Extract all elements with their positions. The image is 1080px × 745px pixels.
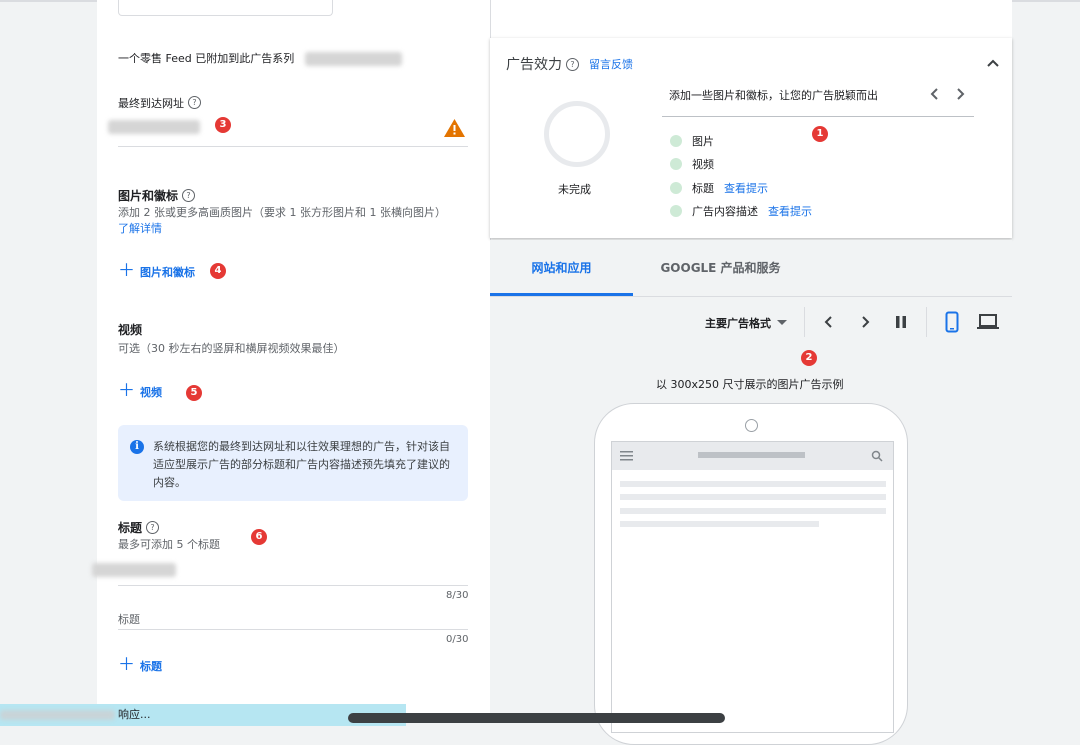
checklist-item-video: 视频 [670, 156, 714, 172]
help-icon[interactable]: ? [146, 521, 160, 534]
checklist-label: 图片 [692, 135, 714, 148]
previous-icon[interactable] [823, 315, 835, 329]
help-icon[interactable]: ? [566, 57, 579, 71]
images-heading: 图片和徽标? [118, 185, 196, 204]
headlines-heading: 标题? [118, 517, 160, 536]
redacted-toast-text [0, 710, 115, 720]
active-tab-indicator [490, 293, 633, 296]
checklist-item-images: 图片 [670, 133, 714, 149]
effectiveness-tip: 添加一些图片和徽标，让您的广告脱颖而出 [669, 89, 878, 102]
search-icon [871, 450, 883, 462]
headline-2-count: 0/30 [446, 634, 469, 645]
format-dropdown-label: 主要广告格式 [705, 317, 771, 330]
status-dot-icon [670, 182, 682, 194]
final-url-label: 最终到达网址 [118, 97, 184, 110]
status-dot-icon [670, 135, 682, 147]
plus-icon: ＋ [118, 261, 135, 281]
tab-websites-apps[interactable]: 网站和应用 [490, 259, 633, 276]
view-tips-link[interactable]: 查看提示 [724, 180, 768, 196]
content-placeholder-line [620, 508, 886, 514]
checklist-label: 视频 [692, 158, 714, 171]
annotation-badge-1: 1 [812, 126, 828, 142]
preview-caption: 以 300x250 尺寸展示的图片广告示例 [656, 378, 844, 391]
chevron-right-icon[interactable] [954, 87, 966, 101]
add-images-label: 图片和徽标 [140, 265, 195, 279]
add-video-label: 视频 [140, 385, 162, 399]
headline-2-underline [118, 629, 468, 630]
effectiveness-status: 未完成 [558, 183, 591, 196]
headline-1-underline [118, 585, 468, 586]
add-video-button[interactable]: ＋ 视频 [118, 383, 162, 400]
annotation-badge-4: 4 [210, 263, 226, 279]
feedback-link[interactable]: 留言反馈 [589, 56, 633, 72]
annotation-badge-6: 6 [251, 529, 267, 545]
effectiveness-donut [544, 101, 610, 167]
annotation-badge-5: 5 [186, 385, 202, 401]
view-tips-link[interactable]: 查看提示 [768, 203, 812, 219]
feed-notice: 一个零售 Feed 已附加到此广告系列 [118, 52, 295, 65]
final-url-heading: 最终到达网址? [118, 92, 201, 111]
tip-divider [662, 116, 974, 117]
menu-icon [620, 451, 633, 461]
video-title: 视频 [118, 323, 143, 337]
toolbar-divider [804, 307, 805, 337]
effectiveness-header: 广告效力 ? 留言反馈 [506, 54, 633, 74]
warning-icon [444, 119, 465, 137]
mobile-device-icon[interactable] [945, 311, 959, 333]
info-icon: i [130, 440, 144, 454]
previous-field[interactable] [118, 0, 333, 16]
redacted-url-value [108, 120, 200, 134]
plus-icon: ＋ [118, 381, 135, 401]
content-placeholder-line [620, 521, 819, 527]
checklist-label: 广告内容描述 [692, 205, 758, 218]
learn-more-link[interactable]: 了解详情 [118, 220, 162, 236]
help-icon[interactable]: ? [182, 189, 196, 202]
status-dot-icon [670, 205, 682, 217]
help-icon[interactable]: ? [188, 96, 201, 109]
checklist-label: 标题 [692, 182, 714, 195]
collapse-icon[interactable] [986, 58, 1000, 68]
tab-google-products[interactable]: GOOGLE 产品和服务 [633, 259, 808, 276]
add-images-button[interactable]: ＋ 图片和徽标 [118, 263, 195, 280]
annotation-badge-3: 3 [215, 117, 231, 133]
checklist-item-headlines: 标题 查看提示 [670, 180, 768, 196]
desktop-device-icon[interactable] [977, 314, 999, 330]
chevron-left-icon[interactable] [929, 87, 941, 101]
headline-2-input[interactable]: 标题 [118, 611, 140, 627]
redacted-campaign-name [305, 52, 402, 66]
toolbar-divider [926, 307, 927, 337]
bottom-overlay-bar [348, 713, 725, 723]
add-headline-button[interactable]: ＋ 标题 [118, 657, 162, 674]
info-text: 系统根据您的最终到达网址和以往效果理想的广告，针对该自适应型展示广告的部分标题和… [153, 440, 450, 489]
pause-icon[interactable] [895, 315, 907, 329]
add-headline-label: 标题 [140, 659, 162, 673]
video-description: 可选（30 秒左右的竖屏和横屏视频效果最佳） [118, 342, 345, 355]
headlines-title: 标题 [118, 521, 143, 535]
url-placeholder-bar [698, 452, 805, 458]
annotation-badge-2: 2 [801, 350, 817, 366]
headline-1-count: 8/30 [446, 590, 469, 601]
content-placeholder-line [620, 494, 886, 500]
phone-camera [745, 419, 758, 432]
right-top-background [490, 0, 1012, 38]
images-title: 图片和徽标 [118, 189, 179, 203]
content-placeholder-line [620, 481, 886, 487]
status-dot-icon [670, 158, 682, 170]
format-dropdown[interactable]: 主要广告格式 [705, 315, 787, 331]
final-url-underline [118, 146, 468, 147]
checklist-item-descriptions: 广告内容描述 查看提示 [670, 203, 812, 219]
effectiveness-title: 广告效力 [506, 57, 562, 73]
dropdown-arrow-icon [777, 320, 787, 325]
images-description: 添加 2 张或更多高画质图片（要求 1 张方形图片和 1 张横向图片） [118, 206, 446, 219]
redacted-headline-value[interactable] [92, 563, 176, 577]
next-icon[interactable] [859, 315, 871, 329]
plus-icon: ＋ [118, 655, 135, 675]
headlines-description: 最多可添加 5 个标题 [118, 538, 220, 551]
